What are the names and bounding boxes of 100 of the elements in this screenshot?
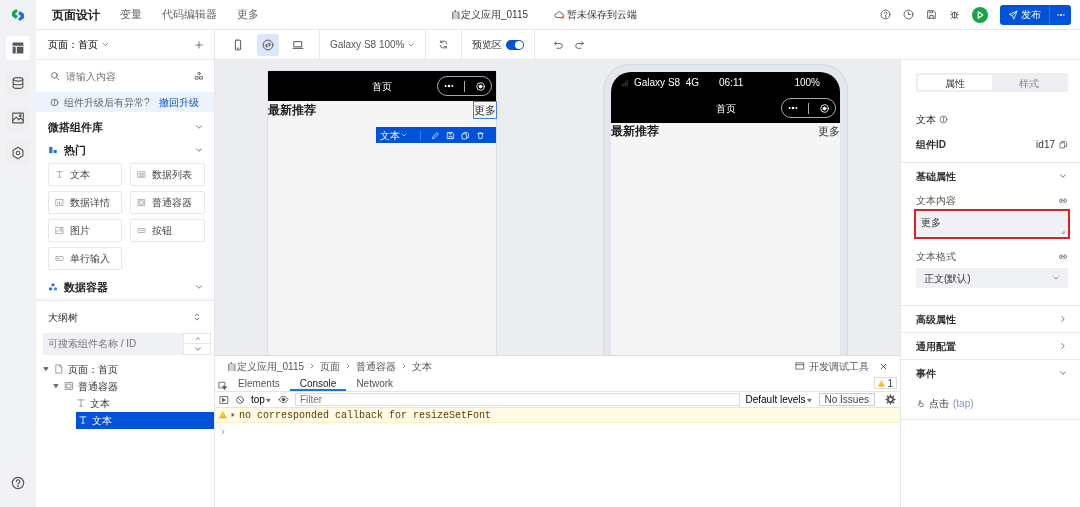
tree-item[interactable]: 普通容器 bbox=[36, 377, 214, 395]
tree-item[interactable]: 文本 bbox=[36, 394, 214, 412]
device-button[interactable] bbox=[257, 33, 279, 56]
run-button[interactable] bbox=[972, 6, 989, 23]
breadcrumb-item[interactable]: 自定义应用_0115 bbox=[227, 358, 305, 374]
edit-icon[interactable] bbox=[431, 130, 440, 140]
debug-icon[interactable] bbox=[949, 9, 961, 20]
tree-item[interactable]: 页面：首页 bbox=[36, 360, 214, 378]
section-title[interactable]: 事件 bbox=[916, 365, 936, 381]
devtools-tab[interactable]: Elements bbox=[228, 376, 290, 391]
save-icon[interactable] bbox=[926, 9, 938, 20]
revert-link[interactable]: 撤回升级 bbox=[158, 94, 199, 110]
chevron-down-icon[interactable] bbox=[1058, 368, 1068, 378]
component-item[interactable]: 图片 bbox=[48, 219, 122, 242]
bind-icon[interactable] bbox=[1058, 195, 1068, 206]
group-title: 数据容器 bbox=[64, 280, 108, 295]
chevron-right-icon[interactable] bbox=[1058, 341, 1068, 351]
component-item[interactable]: 普通容器 bbox=[130, 191, 205, 214]
container-icon bbox=[64, 381, 74, 391]
component-item[interactable]: 数据列表 bbox=[130, 163, 205, 186]
preview-toggle[interactable] bbox=[506, 39, 525, 50]
close-target-icon bbox=[475, 80, 487, 92]
delete-icon[interactable] bbox=[476, 130, 485, 140]
devtools-tab[interactable]: Console bbox=[289, 376, 347, 391]
rotate-icon[interactable] bbox=[438, 39, 450, 50]
chevron-down-icon bbox=[100, 40, 110, 49]
info-icon[interactable] bbox=[939, 115, 948, 124]
expand-arrow-icon[interactable] bbox=[52, 382, 60, 390]
info-icon bbox=[50, 97, 59, 107]
undo-icon[interactable] bbox=[553, 39, 565, 50]
chevron-right-icon[interactable] bbox=[1058, 314, 1068, 324]
nav-tab[interactable]: 变量 bbox=[110, 6, 152, 23]
tree-label: 普通容器 bbox=[78, 379, 118, 394]
text-area[interactable]: 更多 bbox=[916, 211, 1068, 237]
history-icon[interactable] bbox=[903, 9, 915, 20]
panel-tab[interactable]: 属性 bbox=[918, 75, 992, 90]
devtools-tab[interactable]: Network bbox=[346, 376, 404, 391]
component-item[interactable]: 按钮 bbox=[130, 219, 205, 242]
close-target-icon bbox=[819, 102, 831, 114]
sidebar-toggle-icon[interactable] bbox=[219, 394, 229, 405]
levels-dropdown[interactable]: Default levels bbox=[745, 392, 813, 407]
warning-icon bbox=[219, 411, 227, 419]
rail-button[interactable] bbox=[6, 71, 30, 95]
section-title[interactable]: 通用配置 bbox=[916, 338, 956, 354]
section-title[interactable]: 基础属性 bbox=[916, 168, 956, 184]
rail-button[interactable] bbox=[6, 36, 30, 60]
tree-label: 文本 bbox=[92, 413, 112, 428]
more-button[interactable] bbox=[1049, 4, 1071, 25]
filter-field[interactable]: Filter bbox=[294, 393, 740, 406]
nav-tab[interactable]: 更多 bbox=[227, 6, 269, 23]
breadcrumb-item[interactable]: 文本 bbox=[412, 358, 433, 374]
section-title[interactable]: 高级属性 bbox=[916, 311, 956, 327]
page-selector[interactable]: 页面：首页 bbox=[48, 37, 110, 52]
rail-button[interactable] bbox=[6, 141, 30, 165]
warning-count[interactable]: 1 bbox=[874, 377, 897, 389]
nav-tab[interactable]: 代码编辑器 bbox=[152, 6, 227, 23]
components-icon[interactable] bbox=[194, 71, 204, 81]
mini-program-icon bbox=[262, 38, 274, 51]
more-link[interactable]: 更多 bbox=[474, 101, 496, 119]
chevron-down-icon[interactable] bbox=[1058, 171, 1068, 181]
tree-item[interactable]: 文本 bbox=[76, 411, 214, 429]
inspect-icon[interactable] bbox=[218, 381, 228, 391]
copy-icon[interactable] bbox=[1059, 140, 1068, 149]
eye-icon[interactable] bbox=[277, 394, 289, 405]
issues-button[interactable]: No Issues bbox=[818, 393, 875, 406]
device-dropdown[interactable]: Galaxy S8 100% bbox=[320, 37, 426, 52]
input-icon bbox=[55, 254, 64, 263]
expand-arrow-icon[interactable] bbox=[42, 365, 50, 373]
rail-button[interactable] bbox=[6, 106, 30, 130]
tree-label: 文本 bbox=[90, 396, 110, 411]
copy-icon[interactable] bbox=[461, 130, 470, 140]
help-icon[interactable] bbox=[880, 9, 892, 20]
mobile-icon bbox=[232, 38, 244, 51]
help-icon[interactable] bbox=[11, 476, 25, 490]
bind-icon[interactable] bbox=[1058, 251, 1068, 262]
format-select[interactable]: 正文(默认) bbox=[916, 268, 1068, 288]
expand-collapse-icon[interactable] bbox=[192, 312, 202, 322]
component-type-dropdown[interactable]: 文本 bbox=[380, 127, 408, 143]
publish-button[interactable]: 发布 bbox=[1000, 4, 1049, 25]
context-dropdown[interactable]: top bbox=[251, 392, 272, 407]
component-item[interactable]: 文本 bbox=[48, 163, 122, 186]
field-label: 文本格式 bbox=[916, 250, 956, 264]
breadcrumb-item[interactable]: 页面 bbox=[320, 358, 341, 374]
more-link[interactable]: 更多 bbox=[818, 122, 840, 140]
warning-icon bbox=[878, 379, 886, 387]
close-icon[interactable] bbox=[879, 361, 888, 371]
save-status: 暂未保存到云端 bbox=[567, 8, 638, 22]
settings-icon[interactable] bbox=[885, 394, 896, 405]
outline-search-field[interactable]: 可搜索组件名称 / ID bbox=[43, 332, 183, 355]
component-item[interactable]: 数据详情 bbox=[48, 191, 122, 214]
section-heading: 最新推荐 bbox=[611, 123, 659, 140]
add-icon[interactable] bbox=[194, 39, 204, 50]
clear-icon[interactable] bbox=[235, 394, 245, 405]
nav-tab[interactable]: 页面设计 bbox=[42, 5, 110, 24]
save-icon[interactable] bbox=[446, 130, 455, 140]
chevron-down-icon bbox=[1052, 274, 1060, 282]
component-item[interactable]: 单行输入 bbox=[48, 247, 122, 270]
expand-arrow-icon[interactable] bbox=[230, 412, 236, 418]
breadcrumb-item[interactable]: 普通容器 bbox=[356, 358, 397, 374]
redo-icon[interactable] bbox=[574, 39, 586, 50]
